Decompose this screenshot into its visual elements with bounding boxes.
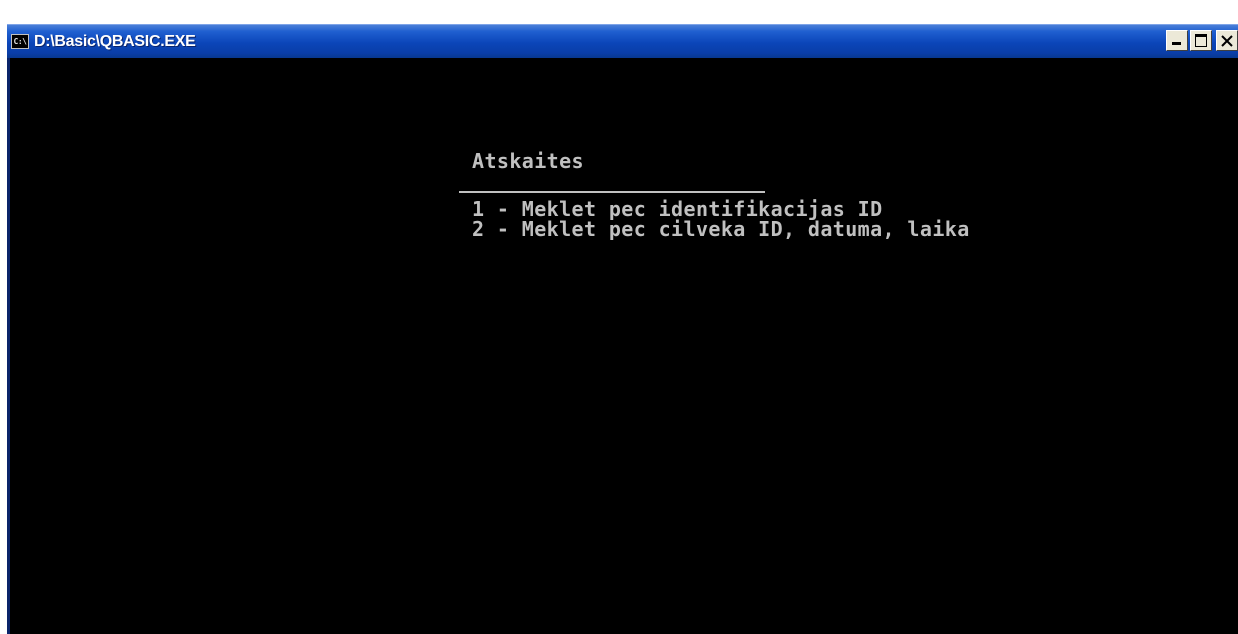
minimize-button[interactable] xyxy=(1166,30,1188,51)
maximize-button[interactable] xyxy=(1190,30,1212,51)
console-output: Atskaites 1 - Meklet pec identifikacijas… xyxy=(10,58,1238,634)
menu-option-1: 1 - Meklet pec identifikacijas ID xyxy=(472,197,883,221)
console-app-icon[interactable]: C:\ xyxy=(11,34,29,49)
window-title: D:\Basic\QBASIC.EXE xyxy=(34,32,196,50)
close-button[interactable] xyxy=(1216,30,1238,51)
window-controls xyxy=(1166,30,1238,51)
heading-underline xyxy=(459,191,765,193)
menu-heading: Atskaites xyxy=(472,149,584,173)
close-icon xyxy=(1221,35,1233,47)
title-bar[interactable]: C:\ D:\Basic\QBASIC.EXE xyxy=(7,24,1238,58)
menu-option-2: 2 - Meklet pec cilveka ID, datuma, laika xyxy=(472,217,970,241)
